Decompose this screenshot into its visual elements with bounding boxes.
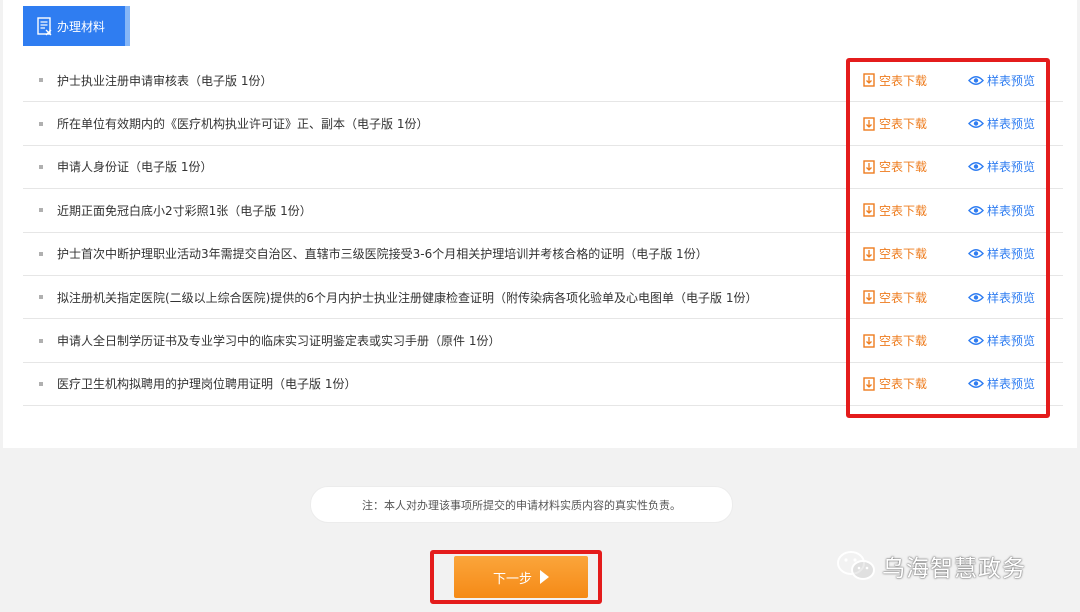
wechat-icon [837, 551, 875, 580]
bullet-icon [39, 164, 43, 169]
tab-materials[interactable]: 办理材料 [23, 6, 130, 46]
tab-label: 办理材料 [57, 19, 106, 34]
disclaimer-note: 注：本人对办理该事项所提交的申请材料实质内容的真实性负责。 [310, 486, 733, 523]
material-name: 护士首次中断护理职业活动3年需提交自治区、直辖市三级医院接受3-6个月相关护理培… [57, 247, 708, 262]
bullet-icon [39, 338, 43, 343]
watermark-text: 乌海智慧政务 [882, 556, 1026, 582]
next-step-label: 下一步 [492, 571, 532, 587]
document-icon [37, 16, 52, 36]
bullet-icon [39, 208, 43, 213]
watermark: 乌海智慧政务 [836, 549, 1026, 583]
material-name: 近期正面免冠白底小2寸彩照1张（电子版 1份） [57, 203, 312, 218]
bullet-icon [39, 381, 43, 386]
material-name: 医疗卫生机构拟聘用的护理岗位聘用证明（电子版 1份） [57, 377, 357, 392]
material-name: 申请人身份证（电子版 1份） [57, 160, 213, 175]
material-name: 申请人全日制学历证书及专业学习中的临床实习证明鉴定表或实习手册（原件 1份） [57, 334, 501, 349]
play-arrow-icon [540, 570, 549, 584]
bullet-icon [39, 78, 43, 83]
bullet-icon [39, 295, 43, 300]
material-name: 拟注册机关指定医院(二级以上综合医院)提供的6个月内护士执业注册健康检查证明（附… [57, 290, 758, 305]
bullet-icon [39, 121, 43, 126]
next-step-button[interactable]: 下一步 [454, 556, 588, 598]
highlight-box-actions [846, 58, 1050, 418]
bullet-icon [39, 251, 43, 256]
material-name: 护士执业注册申请审核表（电子版 1份） [57, 73, 273, 88]
material-name: 所在单位有效期内的《医疗机构执业许可证》正、副本（电子版 1份） [57, 117, 429, 132]
